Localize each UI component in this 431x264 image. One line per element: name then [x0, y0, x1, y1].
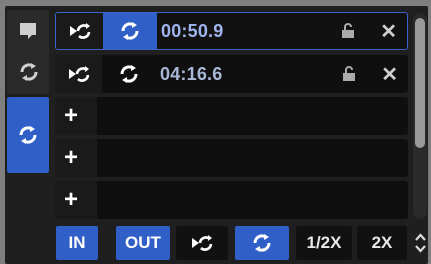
- empty-loop-slot[interactable]: +: [55, 181, 408, 219]
- roll-button[interactable]: [55, 55, 102, 93]
- add-loop-button[interactable]: +: [55, 97, 97, 135]
- add-loop-button[interactable]: +: [55, 139, 97, 177]
- add-loop-button[interactable]: +: [55, 181, 97, 219]
- loop-time: 04:16.6: [160, 63, 223, 84]
- unlock-icon[interactable]: [342, 55, 356, 93]
- loop-row-2[interactable]: 04:16.6 ✕: [55, 55, 408, 93]
- loop-row-1[interactable]: 00:50.9 ✕: [55, 12, 408, 50]
- loop-button[interactable]: [235, 226, 289, 260]
- comment-bubble-icon[interactable]: [16, 19, 40, 43]
- loop-button[interactable]: [103, 13, 157, 49]
- rail-top-section: [7, 10, 49, 94]
- plus-icon: +: [64, 102, 79, 129]
- loop-time: 00:50.9: [161, 20, 224, 41]
- chevron-down-icon: [415, 245, 426, 253]
- empty-loop-slot[interactable]: +: [55, 97, 408, 135]
- loop-icon: [19, 126, 37, 144]
- plus-icon: +: [64, 144, 79, 171]
- scrollbar-thumb[interactable]: [415, 18, 425, 148]
- loop-double-button[interactable]: 2X: [357, 226, 407, 260]
- loop-half-button[interactable]: 1/2X: [296, 226, 352, 260]
- loop-icon: [253, 234, 271, 252]
- empty-loop-slot[interactable]: +: [55, 139, 408, 177]
- close-icon[interactable]: ✕: [381, 55, 398, 93]
- chevron-up-icon: [415, 233, 426, 241]
- unlock-icon[interactable]: [341, 13, 355, 49]
- plus-icon: +: [64, 186, 79, 213]
- loop-icon: [121, 22, 139, 40]
- loop-icon: [120, 65, 138, 83]
- close-icon[interactable]: ✕: [380, 13, 397, 49]
- loop-out-button[interactable]: OUT: [116, 226, 170, 260]
- loop-icon[interactable]: [16, 59, 42, 85]
- loop-roll-icon: [68, 66, 89, 82]
- loop-in-button[interactable]: IN: [56, 226, 98, 260]
- loop-button[interactable]: [102, 55, 156, 93]
- loop-mode-toggle[interactable]: [7, 97, 49, 173]
- loop-size-stepper[interactable]: [413, 226, 428, 260]
- roll-button[interactable]: [176, 226, 228, 260]
- loop-roll-icon: [69, 23, 90, 39]
- roll-button[interactable]: [56, 13, 103, 49]
- loop-roll-icon: [192, 235, 213, 251]
